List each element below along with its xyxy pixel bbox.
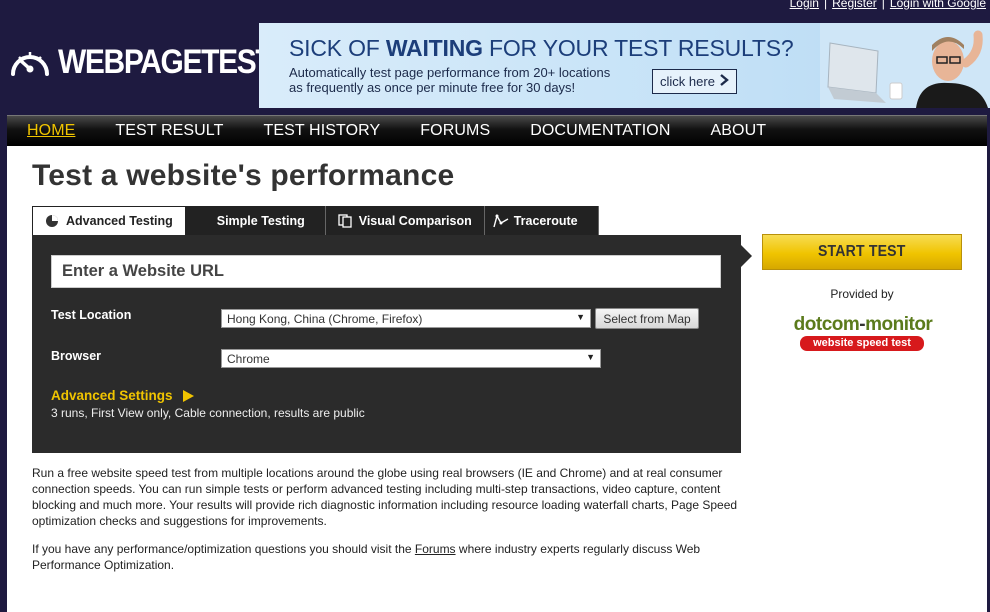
banner-headline: SICK OF WAITING FOR YOUR TEST RESULTS? — [289, 35, 794, 61]
login-link[interactable]: Login — [790, 0, 819, 10]
compare-icon — [338, 213, 352, 228]
chevron-right-icon — [719, 74, 729, 89]
banner-person-image — [820, 23, 990, 108]
traceroute-icon — [493, 213, 509, 228]
tab-advanced-testing[interactable]: Advanced Testing — [32, 206, 186, 235]
advanced-settings-label: Advanced Settings — [51, 388, 173, 403]
test-form-panel: Test Location Hong Kong, China (Chrome, … — [32, 235, 741, 453]
tab-visual-comparison[interactable]: Visual Comparison — [325, 206, 485, 235]
login-google-link[interactable]: Login with Google — [890, 0, 986, 10]
select-value: Hong Kong, China (Chrome, Firefox) — [227, 312, 423, 326]
expand-arrow-icon — [182, 389, 194, 402]
select-from-map-button[interactable]: Select from Map — [595, 308, 699, 329]
advanced-settings-summary: 3 runs, First View only, Cable connectio… — [51, 406, 365, 420]
register-link[interactable]: Register — [832, 0, 877, 10]
browser-select[interactable]: Chrome ▼ — [221, 349, 601, 368]
main-nav: HOME TEST RESULT TEST HISTORY FORUMS DOC… — [7, 115, 987, 146]
nav-item-test-history[interactable]: TEST HISTORY — [264, 122, 381, 140]
nav-item-home[interactable]: HOME — [27, 122, 75, 140]
sponsor-name: dotcom-monitor — [793, 314, 933, 335]
logo-text: WEBPAGETEST — [58, 42, 274, 81]
speedometer-icon — [8, 44, 52, 80]
auth-links: Login | Register | Login with Google — [790, 0, 986, 10]
tab-label: Advanced Testing — [66, 214, 173, 228]
forums-link[interactable]: Forums — [415, 542, 456, 556]
browser-label: Browser — [51, 349, 102, 363]
banner-subtext: as frequently as once per minute free fo… — [289, 80, 576, 95]
test-location-select[interactable]: Hong Kong, China (Chrome, Firefox) ▼ — [221, 309, 591, 328]
test-type-tabs: Advanced Testing Simple Testing Visual C… — [32, 206, 599, 235]
site-logo[interactable]: WEBPAGETEST — [8, 42, 302, 82]
tab-traceroute[interactable]: Traceroute — [484, 206, 599, 235]
start-test-button[interactable]: START TEST — [762, 234, 962, 270]
intro-paragraph: Run a free website speed test from multi… — [32, 466, 738, 528]
banner-click-here-button[interactable]: click here — [652, 69, 737, 94]
panel-pointer-arrow — [741, 245, 752, 267]
select-value: Chrome — [227, 352, 270, 366]
url-input[interactable] — [51, 255, 721, 288]
gauge-icon — [45, 214, 59, 228]
nav-item-about[interactable]: ABOUT — [711, 122, 767, 140]
dropdown-arrow-icon: ▼ — [586, 352, 595, 362]
main-content: Test a website's performance Advanced Te… — [7, 146, 987, 612]
sponsor-tagline: website speed test — [800, 336, 924, 351]
tab-label: Simple Testing — [216, 213, 305, 228]
tab-simple-testing[interactable]: Simple Testing — [185, 206, 326, 235]
sponsor-logo[interactable]: dotcom-monitor website speed test — [778, 314, 948, 354]
provided-by-label: Provided by — [830, 287, 894, 301]
advanced-settings-toggle[interactable]: Advanced Settings — [51, 388, 194, 403]
tab-label: Visual Comparison — [358, 213, 472, 228]
banner-button-label: click here — [660, 74, 715, 89]
tab-label: Traceroute — [513, 213, 578, 228]
nav-item-forums[interactable]: FORUMS — [420, 122, 490, 140]
dropdown-arrow-icon: ▼ — [576, 312, 585, 322]
separator: | — [823, 0, 828, 10]
forums-paragraph: If you have any performance/optimization… — [32, 542, 701, 572]
nav-item-documentation[interactable]: DOCUMENTATION — [530, 122, 670, 140]
promo-banner[interactable]: SICK OF WAITING FOR YOUR TEST RESULTS? A… — [259, 23, 990, 108]
nav-item-test-result[interactable]: TEST RESULT — [115, 122, 223, 140]
banner-subtext: Automatically test page performance from… — [289, 65, 611, 80]
separator: | — [881, 0, 885, 10]
test-location-label: Test Location — [51, 308, 132, 322]
page-title: Test a website's performance — [32, 159, 455, 192]
